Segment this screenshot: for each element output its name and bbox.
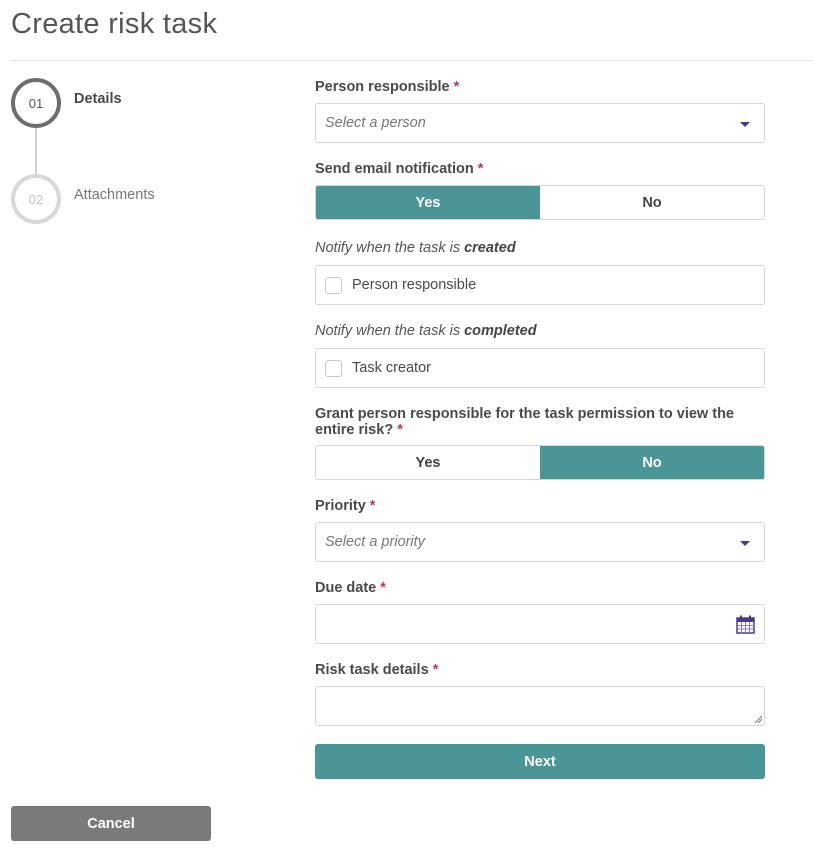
caret-down-icon <box>740 541 750 546</box>
notify-created-option[interactable]: Person responsible <box>315 265 765 305</box>
required-marker: * <box>477 161 484 177</box>
step-number-badge: 02 <box>11 174 61 224</box>
priority-select[interactable]: Select a priority <box>315 522 765 562</box>
details-label: Risk task details * <box>315 662 438 678</box>
required-marker: * <box>369 498 376 514</box>
person-responsible-label: Person responsible * <box>315 79 459 95</box>
notify-completed-label: Notify when the task is completed <box>315 323 537 339</box>
required-marker: * <box>380 580 386 596</box>
due-date-input[interactable] <box>315 604 765 644</box>
next-button[interactable]: Next <box>315 744 765 779</box>
label-text: Due date <box>315 580 377 596</box>
send-email-label: Send email notification * <box>315 161 483 177</box>
label-text: Grant person responsible for the task pe… <box>315 406 734 438</box>
step-label: Details <box>74 91 122 107</box>
label-text: Person responsible <box>315 79 450 95</box>
label-text: Priority <box>315 498 366 514</box>
label-text: Notify when the task is <box>315 240 465 256</box>
checkbox-label: Person responsible <box>352 277 477 293</box>
person-responsible-checkbox[interactable] <box>325 276 342 294</box>
label-text: Risk task details <box>315 662 429 678</box>
required-marker: * <box>432 662 439 678</box>
send-email-yes-button[interactable]: Yes <box>316 186 540 219</box>
cancel-button[interactable]: Cancel <box>11 806 211 841</box>
select-placeholder: Select a person <box>325 115 426 131</box>
step-attachments[interactable]: 02 Attachments <box>11 174 155 224</box>
label-emphasis: completed <box>464 323 537 339</box>
step-label: Attachments <box>74 187 155 203</box>
label-text: Send email notification <box>315 161 474 177</box>
grant-permission-no-button[interactable]: No <box>540 446 764 479</box>
label-text: Notify when the task is <box>315 323 465 339</box>
calendar-icon[interactable] <box>736 615 755 634</box>
due-date-label: Due date * <box>315 580 386 596</box>
required-marker: * <box>453 79 460 95</box>
grant-permission-yes-button[interactable]: Yes <box>316 446 540 479</box>
caret-down-icon <box>740 122 750 127</box>
details-textarea[interactable] <box>315 686 765 726</box>
send-email-toggle: Yes No <box>315 185 765 220</box>
title-divider <box>11 60 813 61</box>
grant-permission-toggle: Yes No <box>315 445 765 480</box>
select-placeholder: Select a priority <box>325 534 425 550</box>
label-emphasis: created <box>464 240 516 256</box>
step-details[interactable]: 01 Details <box>11 78 122 128</box>
stepper-connector <box>35 128 37 174</box>
grant-permission-label: Grant person responsible for the task pe… <box>315 406 765 438</box>
page-title: Create risk task <box>11 8 218 40</box>
checkbox-label: Task creator <box>352 360 431 376</box>
step-number-badge: 01 <box>11 78 61 128</box>
person-responsible-select[interactable]: Select a person <box>315 103 765 143</box>
required-marker: * <box>397 422 403 438</box>
notify-completed-option[interactable]: Task creator <box>315 348 765 388</box>
task-creator-checkbox[interactable] <box>325 359 342 377</box>
notify-created-label: Notify when the task is created <box>315 240 516 256</box>
resize-grip-icon[interactable] <box>754 715 762 723</box>
send-email-no-button[interactable]: No <box>540 186 764 219</box>
priority-label: Priority * <box>315 498 375 514</box>
